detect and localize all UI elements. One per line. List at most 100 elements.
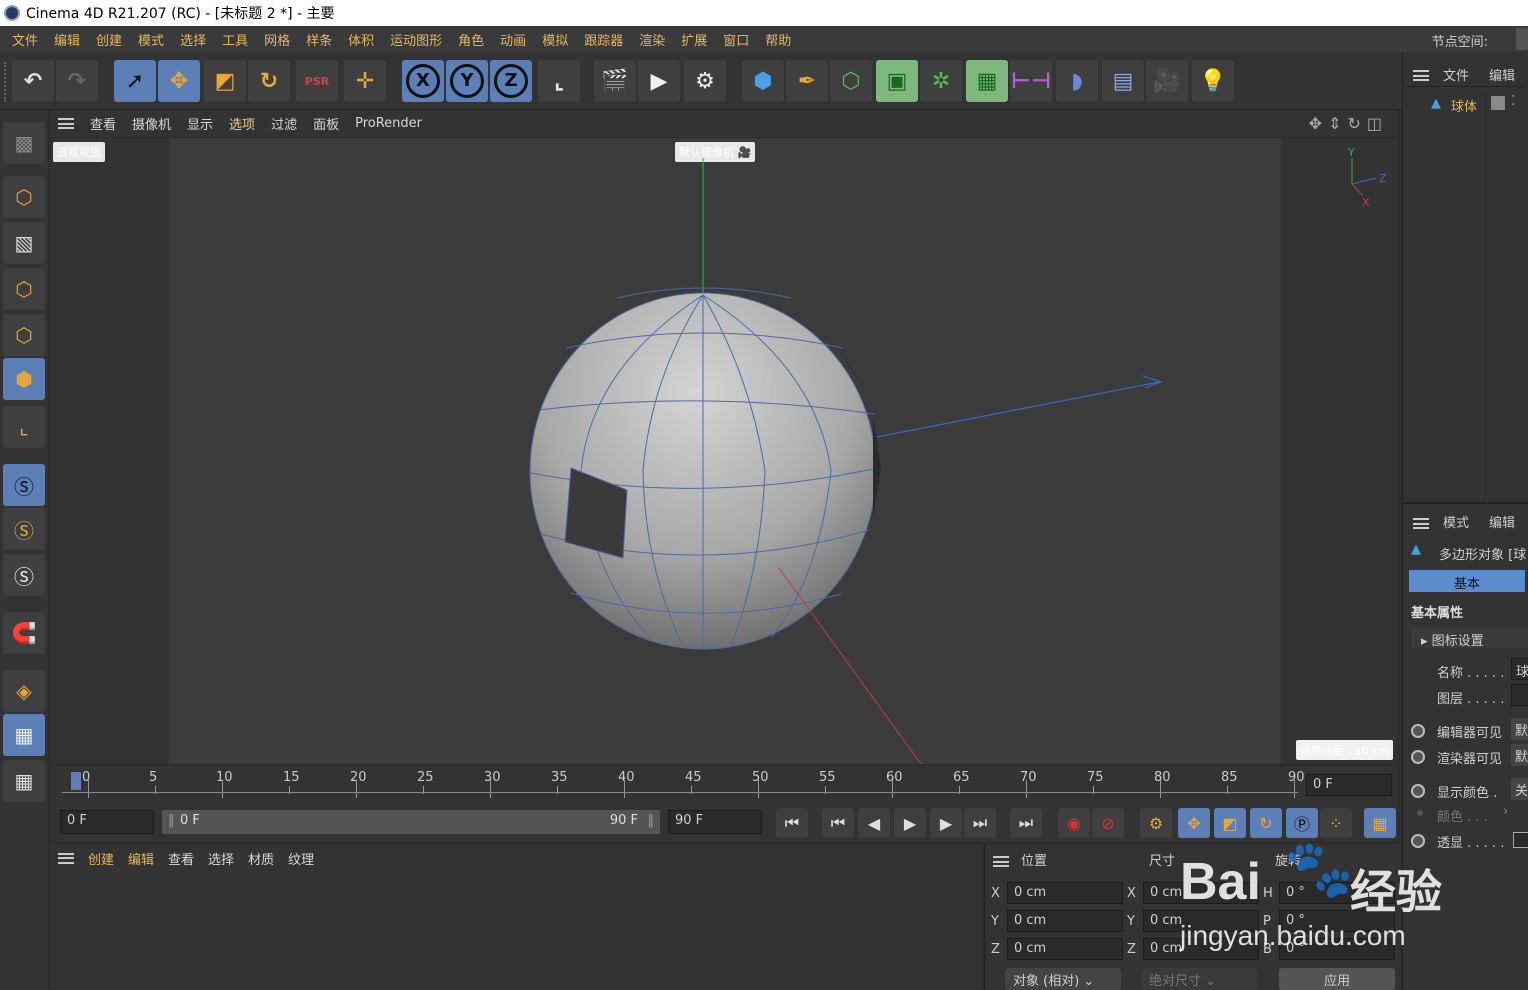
- points-mode-icon[interactable]: ⬡: [3, 268, 45, 310]
- coord-mode-select[interactable]: 对象 (相对) ⌄: [1005, 968, 1121, 990]
- menu-select[interactable]: 选择: [180, 30, 206, 49]
- keyframe-selection-icon[interactable]: ⚙: [1140, 808, 1172, 838]
- position-z-field[interactable]: 0 cm: [1007, 938, 1123, 960]
- go-to-end-icon[interactable]: ⏭: [1010, 808, 1042, 838]
- floor-icon[interactable]: ▤: [1102, 60, 1144, 102]
- move-icon[interactable]: ✥: [158, 60, 200, 102]
- viewport-menu-cameras[interactable]: 摄像机: [132, 114, 171, 133]
- texture-mode-icon[interactable]: ▧: [3, 222, 45, 264]
- material-menu-icon[interactable]: [58, 852, 74, 864]
- size-x-field[interactable]: 0 cm: [1143, 882, 1259, 904]
- key-scale-icon[interactable]: ◩: [1214, 808, 1246, 838]
- subdivision-icon[interactable]: ⬡: [830, 60, 872, 102]
- object-manager-menu-file[interactable]: 文件: [1443, 65, 1469, 84]
- material-menu-view[interactable]: 查看: [168, 849, 194, 868]
- extrude-icon[interactable]: ▣: [876, 60, 918, 102]
- workplane-lock-icon[interactable]: ▦: [3, 714, 45, 756]
- redo-icon[interactable]: ↷: [56, 60, 98, 102]
- menu-window[interactable]: 窗口: [723, 30, 749, 49]
- position-y-field[interactable]: 0 cm: [1007, 910, 1123, 932]
- render-view-icon[interactable]: ▶: [638, 60, 680, 102]
- menu-file[interactable]: 文件: [12, 30, 38, 49]
- menu-help[interactable]: 帮助: [765, 30, 791, 49]
- key-pla-icon[interactable]: ⁘: [1320, 808, 1352, 838]
- 3d-viewport[interactable]: 透视视图 默认摄像机 🎥 网格间距 : 10 cm Y Z X: [51, 138, 1397, 764]
- field-icon[interactable]: ◗: [1056, 60, 1098, 102]
- record-keys-icon[interactable]: ◉: [1058, 808, 1090, 838]
- xray-checkbox[interactable]: [1513, 832, 1528, 848]
- current-frame-field[interactable]: 0 F: [1306, 774, 1392, 796]
- render-visible-radio[interactable]: [1411, 750, 1425, 764]
- apply-button[interactable]: 应用: [1279, 968, 1395, 990]
- size-z-field[interactable]: 0 cm: [1143, 938, 1259, 960]
- menu-animate[interactable]: 动画: [500, 30, 526, 49]
- menu-create[interactable]: 创建: [96, 30, 122, 49]
- menu-extensions[interactable]: 扩展: [681, 30, 707, 49]
- viewport-menu-prorender[interactable]: ProRender: [355, 116, 422, 131]
- material-menu-texture[interactable]: 纹理: [288, 849, 314, 868]
- axis-mode-icon[interactable]: ⌞: [3, 406, 45, 448]
- rotation-h-field[interactable]: 0 °: [1279, 882, 1395, 904]
- make-editable-icon[interactable]: ▩: [3, 122, 45, 164]
- timeline-window-icon[interactable]: ▦: [1364, 808, 1396, 838]
- autokey-icon[interactable]: ⊘: [1092, 808, 1124, 838]
- key-parameter-icon[interactable]: Ⓟ: [1286, 808, 1318, 838]
- next-frame-icon[interactable]: ▶: [930, 808, 962, 838]
- viewport-menu-icon[interactable]: [58, 118, 74, 129]
- polygons-mode-icon[interactable]: ⬢: [3, 358, 45, 400]
- chevron-right-icon[interactable]: ›: [1503, 804, 1508, 819]
- workplane-icon[interactable]: ◈: [3, 670, 45, 712]
- tab-basic[interactable]: 基本: [1409, 570, 1525, 592]
- rotate-icon[interactable]: ↻: [248, 60, 290, 102]
- menu-edit[interactable]: 编辑: [54, 30, 80, 49]
- position-x-field[interactable]: 0 cm: [1007, 882, 1123, 904]
- x-axis-icon[interactable]: X: [402, 60, 444, 102]
- viewport-menu-view[interactable]: 查看: [90, 114, 116, 133]
- menu-tools[interactable]: 工具: [222, 30, 248, 49]
- array-icon[interactable]: ▦: [966, 60, 1008, 102]
- psr-icon[interactable]: PSR: [296, 60, 338, 102]
- cube-icon[interactable]: ⬢: [742, 60, 784, 102]
- menu-tracker[interactable]: 跟踪器: [584, 30, 623, 49]
- solo-icon[interactable]: Ⓢ: [3, 464, 45, 506]
- icon-settings-group[interactable]: ▸ 图标设置: [1411, 628, 1528, 649]
- menu-mesh[interactable]: 网格: [264, 30, 290, 49]
- pen-icon[interactable]: ✒: [786, 60, 828, 102]
- solo-hierarchy-icon[interactable]: Ⓢ: [3, 508, 45, 550]
- menu-mograph[interactable]: 运动图形: [390, 30, 442, 49]
- range-handle-right[interactable]: ‖: [648, 813, 655, 828]
- light-icon[interactable]: 💡: [1192, 60, 1234, 102]
- menu-volume[interactable]: 体积: [348, 30, 374, 49]
- node-space-dropdown[interactable]: [1516, 28, 1528, 50]
- previous-frame-icon[interactable]: ◀: [858, 808, 890, 838]
- select-icon[interactable]: ➚: [114, 60, 156, 102]
- display-color-radio[interactable]: [1411, 784, 1425, 798]
- object-manager-menu-icon[interactable]: [1413, 70, 1429, 81]
- z-axis-icon[interactable]: Z: [490, 60, 532, 102]
- end-frame-field[interactable]: 90 F: [668, 810, 762, 834]
- edges-mode-icon[interactable]: ⬡: [3, 314, 45, 356]
- attribute-menu-edit[interactable]: 编辑: [1489, 512, 1515, 531]
- next-key-icon[interactable]: ⏭: [964, 808, 996, 838]
- name-field[interactable]: 球: [1511, 658, 1528, 680]
- snap-icon[interactable]: 🧲: [3, 612, 45, 654]
- play-icon[interactable]: ▶: [894, 808, 926, 838]
- viewport-nav-icons[interactable]: ✥⇕↻◫: [1309, 114, 1388, 133]
- undo-icon[interactable]: ↶: [12, 60, 54, 102]
- object-manager-menu-edit[interactable]: 编辑: [1489, 65, 1515, 84]
- material-menu-material[interactable]: 材质: [248, 849, 274, 868]
- deformer-icon[interactable]: ⊢⊣: [1010, 60, 1052, 102]
- workplane-align-icon[interactable]: ▦: [3, 760, 45, 802]
- rotation-p-field[interactable]: 0 °: [1279, 910, 1395, 932]
- scale-icon[interactable]: ◩: [204, 60, 246, 102]
- timeline-ruler[interactable]: 0 5 10 15 20 25 30 35 40 45 50 55 60 65 70 75 80 85 90 0 F: [50, 766, 1398, 806]
- attribute-manager-menu-icon[interactable]: [1413, 518, 1429, 529]
- viewport-menu-options[interactable]: 选项: [229, 114, 255, 133]
- menu-spline[interactable]: 样条: [306, 30, 332, 49]
- attribute-menu-mode[interactable]: 模式: [1443, 512, 1469, 531]
- key-position-icon[interactable]: ✥: [1178, 808, 1210, 838]
- layer-field[interactable]: [1511, 684, 1528, 706]
- material-menu-select[interactable]: 选择: [208, 849, 234, 868]
- render-settings-icon[interactable]: ⚙: [684, 60, 726, 102]
- go-to-start-icon[interactable]: ⏮: [776, 808, 808, 838]
